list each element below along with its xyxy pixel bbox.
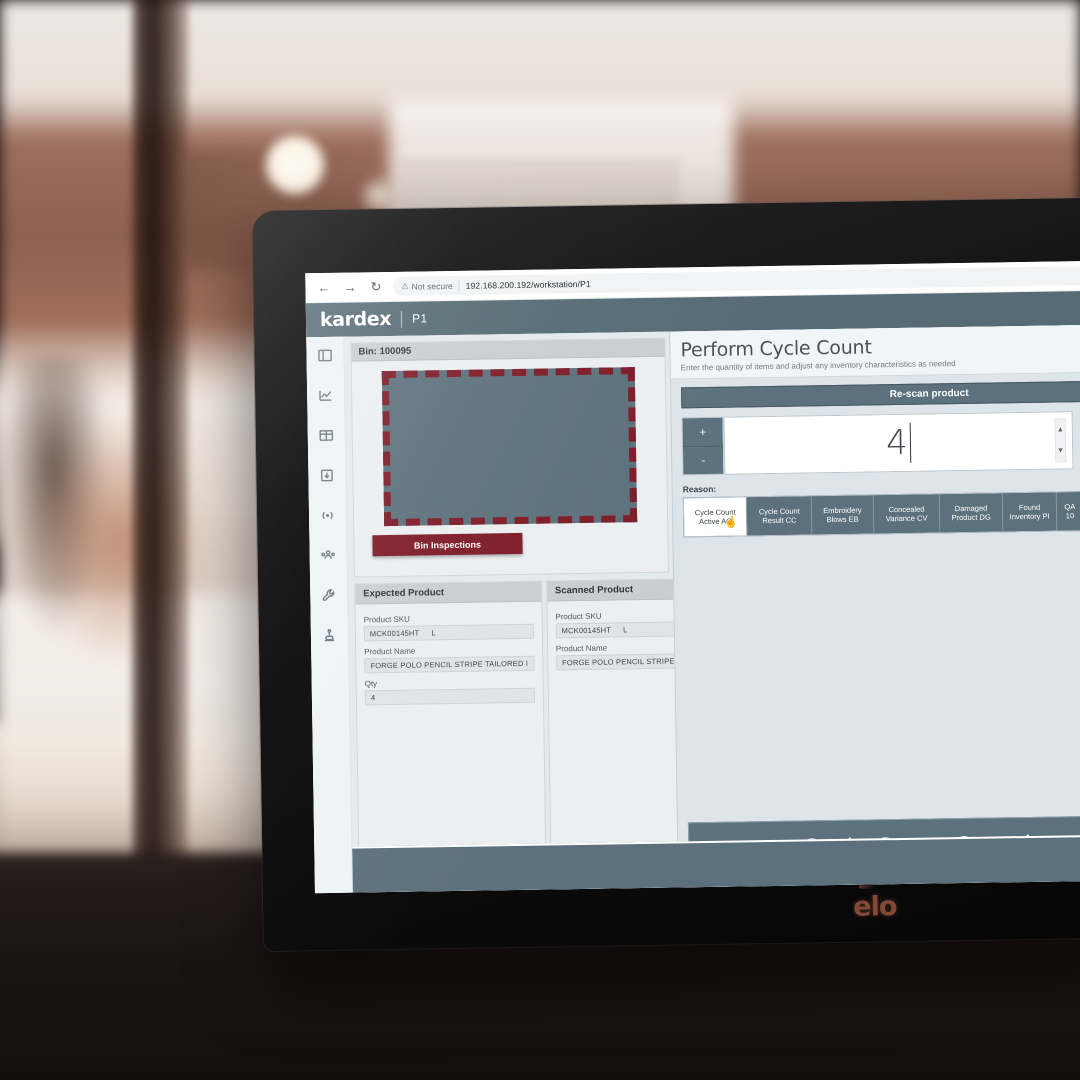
grid-table-icon[interactable]	[317, 426, 335, 444]
url-text: 192.168.200.192/workstation/P1	[465, 278, 591, 291]
text-caret	[909, 422, 912, 463]
spinner-up-icon[interactable]: ▲	[1057, 426, 1064, 433]
quantity-stepper: + - 4 ▲ ▼	[681, 411, 1074, 476]
page-title: Perform Cycle Count	[680, 336, 872, 362]
elo-brand-logo: elo	[853, 891, 897, 923]
reason-option-embroidery-blows[interactable]: Embroidery Blows EB	[811, 495, 875, 535]
expected-name-field[interactable]: FORGE POLO PENCIL STRIPE TAILORED I	[364, 655, 535, 674]
omnibox-divider	[458, 279, 460, 291]
expected-product-body: Product SKU MCK00145HT L Product Name FO…	[355, 602, 542, 713]
back-arrow-icon[interactable]: ←	[315, 279, 332, 296]
reason-option-concealed-variance[interactable]: Concealed Variance CV	[873, 494, 941, 534]
expected-sku-size: L	[431, 628, 436, 638]
bin-canvas: Bin Inspections	[352, 357, 668, 577]
bin-inspections-button[interactable]: Bin Inspections	[372, 532, 523, 557]
bin-panel: Bin: 100095 Bin Inspections	[350, 337, 669, 578]
quantity-row: + - 4 ▲ ▼ E	[681, 410, 1080, 476]
background-bokeh-light	[264, 135, 326, 196]
reload-icon[interactable]: ↻	[367, 278, 384, 295]
quantity-spinner[interactable]: ▲ ▼	[1054, 418, 1067, 463]
kardex-logo: kardex	[319, 307, 392, 332]
left-column: Bin: 100095 Bin Inspections Expected Pro…	[344, 332, 739, 893]
reason-option-qa[interactable]: QA 10	[1057, 492, 1080, 531]
spinner-down-icon[interactable]: ▼	[1057, 447, 1064, 454]
scanned-sku-value: MCK00145HT	[561, 625, 612, 636]
header-divider	[400, 310, 403, 328]
quantity-value: 4	[885, 422, 909, 464]
reason-option-cycle-count-result[interactable]: Cycle Count Result CC	[747, 496, 813, 536]
app-body: Bin: 100095 Bin Inspections Expected Pro…	[306, 323, 1080, 894]
monitor-screen: ← → ↻ ⚠ Not secure 192.168.200.192/works…	[305, 259, 1080, 894]
expected-qty-label: Qty	[364, 679, 378, 689]
scanned-sku-size: L	[623, 625, 628, 635]
not-secure-indicator[interactable]: ⚠ Not secure	[401, 280, 452, 291]
robot-arm-icon[interactable]	[320, 626, 338, 644]
warning-triangle-icon: ⚠	[401, 281, 409, 291]
decrement-button[interactable]: -	[683, 446, 724, 475]
line-chart-icon[interactable]	[317, 386, 335, 404]
reason-option-cycle-count-active[interactable]: Cycle Count Active AC ☝	[683, 497, 748, 537]
elo-logo-mark	[858, 884, 875, 889]
stepper-buttons: + -	[682, 417, 724, 475]
quantity-input[interactable]: 4 ▲ ▼	[722, 412, 1073, 474]
cycle-count-title-block: Perform Cycle Count Enter the quantity o…	[670, 323, 1080, 380]
forward-arrow-icon[interactable]: →	[341, 278, 358, 295]
expected-sku-label: Product SKU	[363, 614, 410, 625]
users-group-icon[interactable]	[319, 546, 337, 564]
cycle-count-panel: Perform Cycle Count Enter the quantity o…	[669, 323, 1080, 888]
address-bar[interactable]: ⚠ Not secure 192.168.200.192/workstation…	[393, 264, 1080, 296]
panel-layout-icon[interactable]	[316, 346, 334, 364]
expected-qty-field[interactable]: 4	[364, 687, 535, 706]
rescan-product-button[interactable]: Re-scan product	[681, 379, 1080, 409]
workstation-label: P1	[412, 311, 428, 326]
wrench-icon[interactable]	[320, 586, 338, 604]
reason-option-found-inventory[interactable]: Found Inventory PI	[1002, 492, 1058, 532]
expected-sku-value: MCK00145HT	[369, 628, 420, 639]
broadcast-signal-icon[interactable]	[318, 506, 336, 524]
reason-option-damaged-product[interactable]: Damaged Product DG	[940, 493, 1004, 533]
bin-location-highlight[interactable]	[381, 367, 638, 527]
hand-pointer-cursor: ☝	[722, 515, 739, 530]
panel-spacer	[673, 529, 1080, 822]
not-secure-label: Not secure	[411, 280, 453, 292]
increment-button[interactable]: +	[682, 417, 723, 447]
expected-name-label: Product Name	[364, 646, 416, 657]
inbox-download-icon[interactable]	[318, 466, 336, 484]
reason-button-group: Cycle Count Active AC ☝ Cycle Count Resul…	[682, 489, 1080, 538]
expected-sku-field[interactable]: MCK00145HT L	[363, 623, 534, 642]
photo-scene: ← → ↻ ⚠ Not secure 192.168.200.192/works…	[0, 0, 1080, 1080]
elo-touchscreen-monitor: ← → ↻ ⚠ Not secure 192.168.200.192/works…	[252, 196, 1080, 952]
